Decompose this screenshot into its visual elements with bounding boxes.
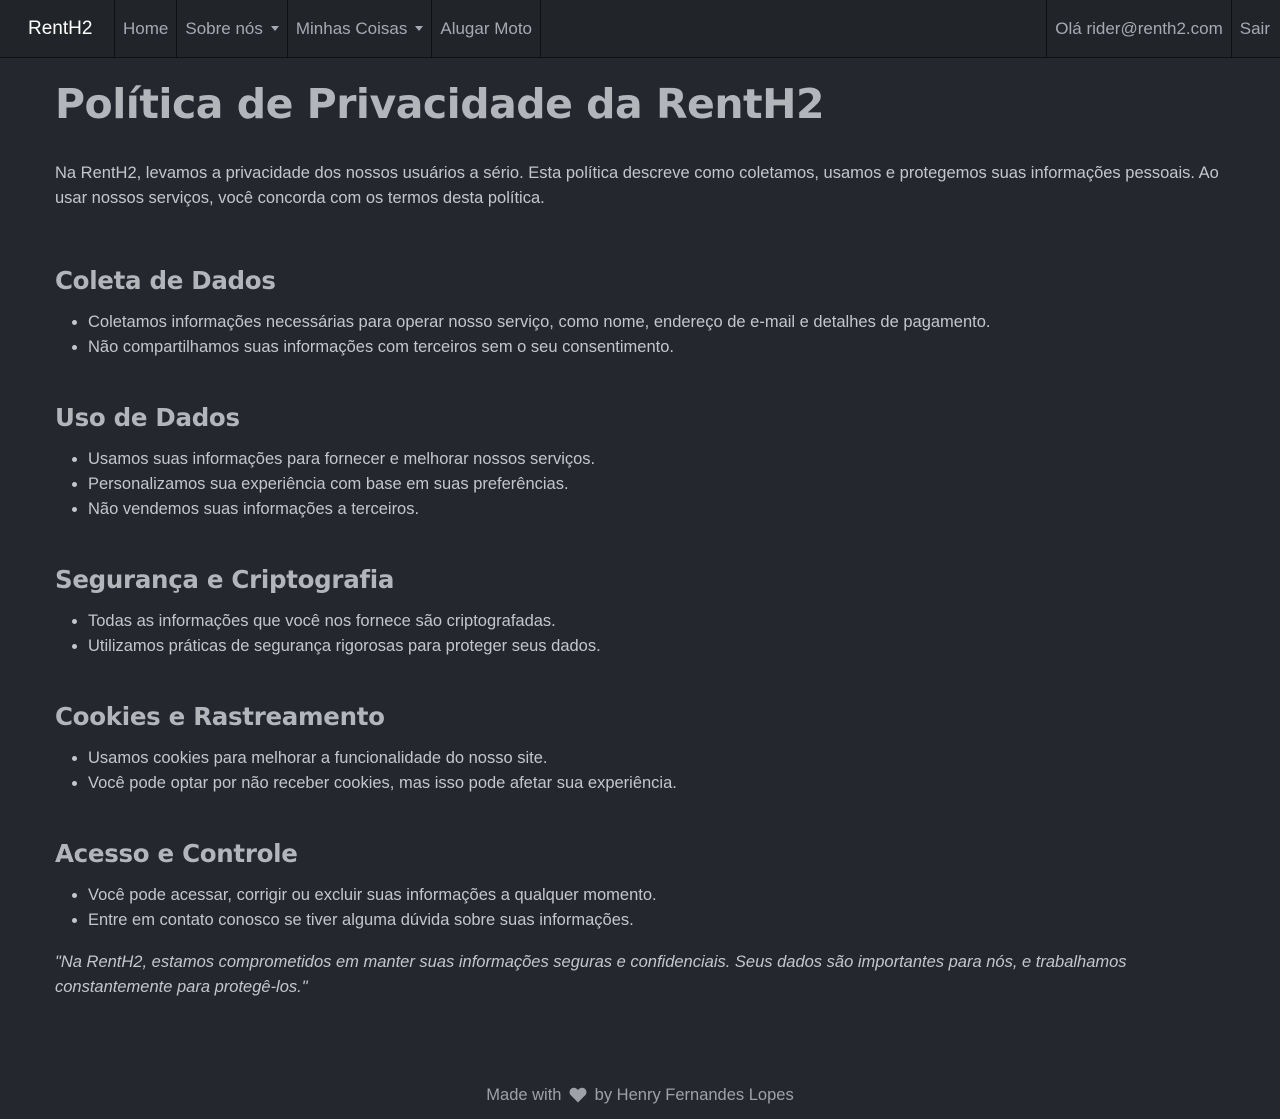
footer: Made with by Henry Fernandes Lopes xyxy=(0,1083,1280,1111)
section-data-collection: Coleta de Dados Coletamos informações ne… xyxy=(55,266,1225,360)
nav-about-label: Sobre nós xyxy=(185,18,263,38)
privacy-policy-content: Política de Privacidade da RentH2 Na Ren… xyxy=(55,58,1225,1000)
section-list: Coletamos informações necessárias para o… xyxy=(55,310,1225,360)
nav-user-area: Olá rider@renth2.com Sair xyxy=(1046,0,1280,57)
brand-link[interactable]: RentH2 xyxy=(0,0,115,57)
list-item: Não compartilhamos suas informações com … xyxy=(88,335,1225,360)
caret-down-icon xyxy=(415,26,424,31)
nav-rent-link[interactable]: Alugar Moto xyxy=(432,0,542,57)
intro-paragraph: Na RentH2, levamos a privacidade dos nos… xyxy=(55,164,1219,207)
page-title: Política de Privacidade da RentH2 xyxy=(55,80,824,128)
section-heading: Coleta de Dados xyxy=(55,266,276,295)
list-item: Personalizamos sua experiência com base … xyxy=(88,472,1225,497)
section-list: Usamos suas informações para fornecer e … xyxy=(55,447,1225,522)
section-list: Você pode acessar, corrigir ou excluir s… xyxy=(55,883,1225,933)
section-heading: Acesso e Controle xyxy=(55,839,298,868)
list-item: Não vendemos suas informações a terceiro… xyxy=(88,497,1225,522)
footer-author: by Henry Fernandes Lopes xyxy=(594,1086,794,1104)
section-data-usage: Uso de Dados Usamos suas informações par… xyxy=(55,403,1225,522)
footer-made-with: Made with xyxy=(486,1086,562,1104)
section-heading: Uso de Dados xyxy=(55,403,240,432)
list-item: Entre em contato conosco se tiver alguma… xyxy=(88,908,1225,933)
heart-icon xyxy=(569,1086,587,1111)
logout-link[interactable]: Sair xyxy=(1232,0,1280,57)
section-cookies: Cookies e Rastreamento Usamos cookies pa… xyxy=(55,702,1225,796)
list-item: Você pode optar por não receber cookies,… xyxy=(88,771,1225,796)
list-item: Todas as informações que você nos fornec… xyxy=(88,609,1225,634)
nav-my-stuff-dropdown[interactable]: Minhas Coisas xyxy=(288,0,433,57)
list-item: Você pode acessar, corrigir ou excluir s… xyxy=(88,883,1225,908)
list-item: Usamos cookies para melhorar a funcional… xyxy=(88,746,1225,771)
user-greeting-link[interactable]: Olá rider@renth2.com xyxy=(1046,0,1232,57)
nav-my-stuff-label: Minhas Coisas xyxy=(295,18,408,38)
caret-down-icon xyxy=(270,26,279,31)
navbar: RentH2 Home Sobre nós Minhas Coisas Alug… xyxy=(0,0,1280,58)
section-list: Usamos cookies para melhorar a funcional… xyxy=(55,746,1225,796)
section-access-control: Acesso e Controle Você pode acessar, cor… xyxy=(55,839,1225,933)
list-item: Utilizamos práticas de segurança rigoros… xyxy=(88,634,1225,659)
section-heading: Segurança e Criptografia xyxy=(55,565,395,594)
list-item: Coletamos informações necessárias para o… xyxy=(88,310,1225,335)
nav-about-dropdown[interactable]: Sobre nós xyxy=(177,0,288,57)
list-item: Usamos suas informações para fornecer e … xyxy=(88,447,1225,472)
section-security: Segurança e Criptografia Todas as inform… xyxy=(55,565,1225,659)
section-heading: Cookies e Rastreamento xyxy=(55,702,385,731)
closing-quote: "Na RentH2, estamos comprometidos em man… xyxy=(55,953,1127,996)
nav-home-link[interactable]: Home xyxy=(115,0,178,57)
section-list: Todas as informações que você nos fornec… xyxy=(55,609,1225,659)
